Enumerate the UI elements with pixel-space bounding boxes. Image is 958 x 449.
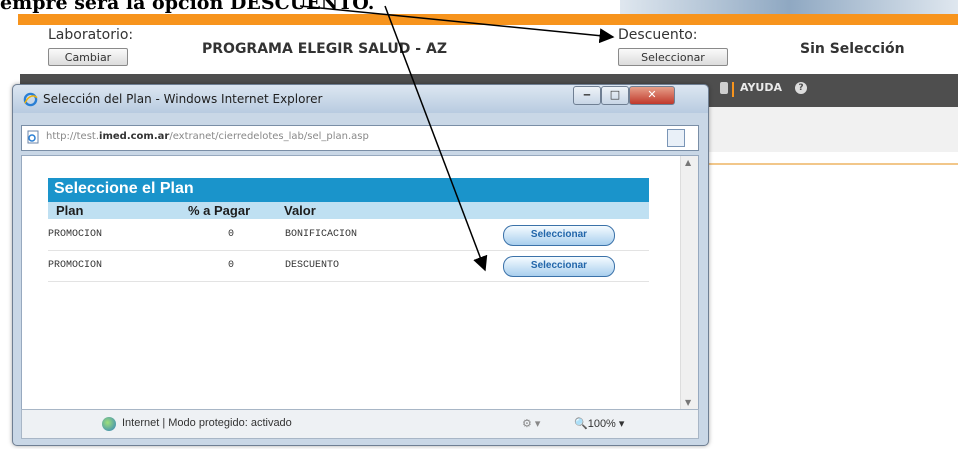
annotation-arrows bbox=[299, 5, 615, 272]
arrow-to-seleccionar bbox=[384, 5, 488, 272]
arrow-to-descuento bbox=[299, 5, 615, 44]
